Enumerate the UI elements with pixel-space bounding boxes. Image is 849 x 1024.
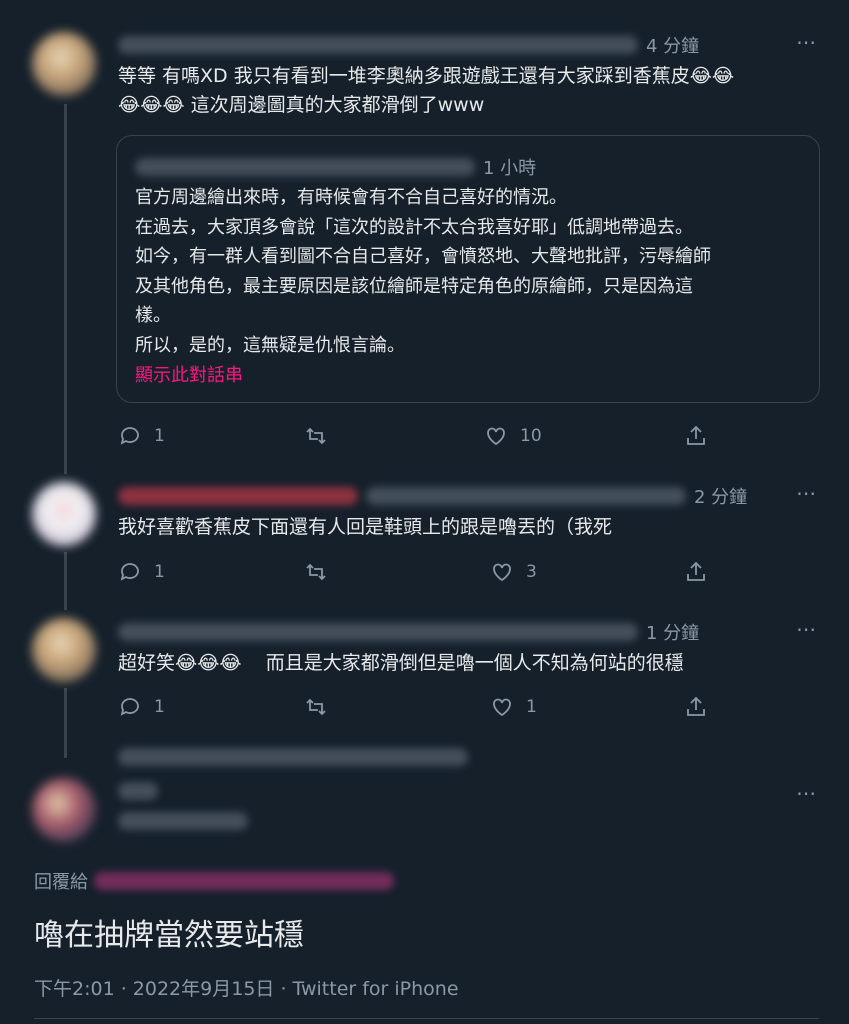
reply-prefix: 回覆給 [34, 872, 88, 893]
quote-time: 1 小時 [483, 158, 537, 179]
like-button[interactable]: 3 [490, 560, 537, 584]
retweet-icon [306, 427, 326, 445]
tweet-header: 4 分鐘 [118, 32, 699, 58]
avatar[interactable] [32, 778, 96, 842]
author-handle-redacted [118, 812, 256, 834]
tweet-text-line: 等等 有嗎XD 我只有看到一堆李奧納多跟遊戲王還有大家踩到香蕉皮😂😂 [118, 65, 735, 87]
like-count: 1 [526, 697, 537, 717]
reply-icon [120, 427, 139, 445]
tweet-text: 我好喜歡香蕉皮下面還有人回是鞋頭上的跟是嚕丟的（我死 [118, 516, 613, 538]
like-button[interactable]: 1 [490, 695, 537, 719]
reply-count: 1 [154, 697, 165, 717]
reply-button[interactable]: 1 [118, 560, 165, 584]
tweet-header: 1 分鐘 [118, 619, 699, 645]
redacted-handle [366, 487, 686, 505]
heart-icon [493, 563, 511, 582]
reply-button[interactable]: 1 [118, 424, 165, 448]
retweet-button[interactable] [304, 560, 328, 584]
reply-icon [120, 563, 139, 581]
redacted-username [135, 158, 475, 176]
share-button[interactable] [684, 560, 708, 584]
share-button[interactable] [684, 424, 708, 448]
more-options-icon[interactable]: ⋯ [796, 617, 817, 641]
redacted-mentions[interactable] [94, 872, 394, 890]
tweet-time[interactable]: 1 分鐘 [646, 619, 699, 645]
like-count: 3 [526, 562, 537, 582]
heart-icon [493, 698, 511, 717]
reply-count: 1 [154, 562, 165, 582]
more-options-icon[interactable]: ⋯ [796, 481, 817, 505]
quote-text: 官方周邊繪出來時，有時候會有不合自己喜好的情況。 在過去，大家頂多會說「這次的設… [135, 187, 711, 356]
like-button[interactable]: 10 [484, 424, 542, 448]
redacted-row [118, 748, 476, 770]
tweet-text: 超好笑😂😂😂 而且是大家都滑倒但是嚕一個人不知為何站的很穩 [118, 652, 684, 674]
author-name-redacted [118, 782, 166, 804]
tweet-time[interactable]: 4 分鐘 [646, 32, 699, 58]
retweet-icon [306, 563, 326, 581]
avatar[interactable] [32, 618, 96, 682]
avatar[interactable] [32, 32, 96, 96]
reply-button[interactable]: 1 [118, 695, 165, 719]
like-count: 10 [520, 426, 542, 446]
heart-icon [487, 427, 505, 446]
tweet-text-line: 😂😂😂 這次周邊圖真的大家都滑倒了www [118, 94, 485, 116]
more-options-icon[interactable]: ⋯ [796, 781, 817, 805]
tweet-timestamp[interactable]: 下午2:01 · 2022年9月15日 · Twitter for iPhone [34, 974, 459, 1001]
retweet-icon [306, 698, 326, 716]
tweet-header: 2 分鐘 [118, 483, 747, 509]
avatar[interactable] [32, 482, 96, 546]
reply-icon [120, 698, 139, 716]
thread-line [64, 552, 67, 610]
share-icon [687, 696, 705, 716]
retweet-button[interactable] [304, 424, 328, 448]
more-options-icon[interactable]: ⋯ [796, 30, 817, 54]
retweet-button[interactable] [304, 695, 328, 719]
thread-line [64, 688, 67, 758]
tweet-time[interactable]: 2 分鐘 [694, 483, 747, 509]
share-icon [687, 561, 705, 581]
quoted-tweet[interactable]: 1 小時 官方周邊繪出來時，有時候會有不合自己喜好的情況。 在過去，大家頂多會說… [116, 135, 820, 403]
replying-to: 回覆給 [34, 868, 402, 894]
divider [34, 1018, 819, 1019]
show-thread-link[interactable]: 顯示此對話串 [135, 361, 243, 387]
redacted-username [118, 623, 638, 641]
quote-header: 1 小時 [135, 154, 536, 180]
redacted-username [118, 36, 638, 54]
thread-line [64, 104, 67, 474]
redacted-username [118, 487, 358, 505]
reply-count: 1 [154, 426, 165, 446]
share-icon [687, 425, 705, 445]
share-button[interactable] [684, 695, 708, 719]
main-tweet-text: 嚕在抽牌當然要站穩 [34, 918, 304, 953]
